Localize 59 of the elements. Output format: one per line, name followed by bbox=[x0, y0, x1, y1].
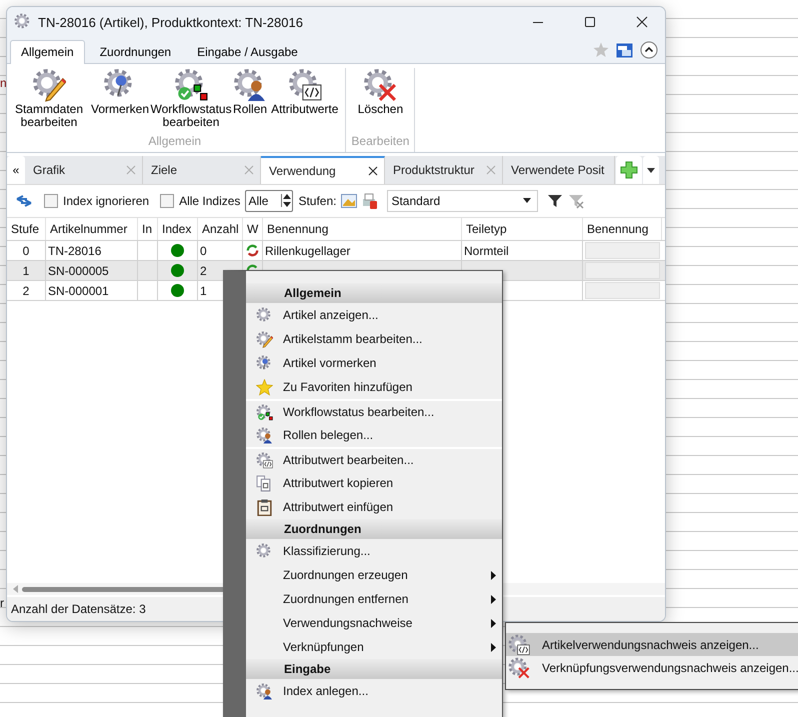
table-cell: Normteil bbox=[464, 244, 509, 258]
menu-item[interactable]: Index anlegen... bbox=[246, 679, 502, 703]
group-label: Allgemein bbox=[148, 134, 202, 148]
levels-label: Stufen: bbox=[298, 194, 336, 208]
table-cell: SN-000001 bbox=[46, 281, 138, 300]
menu-item[interactable]: Zuordnungen erzeugen bbox=[246, 563, 502, 587]
table-cell: 0 bbox=[7, 241, 46, 260]
ribbon-button[interactable]: Löschen bbox=[356, 68, 406, 134]
menu-item[interactable]: Artikel vormerken bbox=[246, 351, 502, 375]
column-header[interactable]: Teiletyp bbox=[462, 218, 583, 240]
menu-item[interactable]: Artikelstamm bearbeiten... bbox=[246, 327, 502, 351]
menu-item[interactable]: Attributwert bearbeiten... bbox=[246, 447, 502, 471]
menu-section-header: Zuordnungen bbox=[246, 519, 502, 539]
column-header[interactable]: W bbox=[243, 218, 263, 240]
document-tab[interactable]: Verwendung bbox=[261, 156, 385, 184]
menu-item[interactable]: Attributwert kopieren bbox=[246, 471, 502, 495]
column-header[interactable]: Anzahl bbox=[198, 218, 243, 240]
ribbon-tab[interactable]: Allgemein bbox=[10, 40, 85, 64]
column-header[interactable]: Index bbox=[158, 218, 198, 240]
menu-item[interactable]: Zu Favoriten hinzufügen bbox=[246, 375, 502, 399]
scroll-tabs-button[interactable]: « bbox=[7, 156, 25, 184]
column-header[interactable]: Benennung bbox=[263, 218, 462, 240]
table-cell: 1 bbox=[7, 261, 46, 280]
background-text: n bbox=[0, 76, 7, 90]
ribbon-button[interactable]: Workflowstatus bearbeiten bbox=[151, 68, 232, 134]
menu-item[interactable]: Attributwert einfügen bbox=[246, 495, 502, 519]
menu-item[interactable]: Artikel anzeigen... bbox=[246, 303, 502, 327]
menu-item[interactable]: Klassifizierung... bbox=[246, 539, 502, 563]
ribbon-tab[interactable]: Eingabe / Ausgabe bbox=[186, 40, 309, 63]
window-title: TN-28016 (Artikel), Produktkontext: TN-28016 bbox=[38, 14, 303, 30]
checkbox[interactable]: Index ignorieren bbox=[44, 194, 150, 208]
background-text: r bbox=[0, 596, 4, 610]
ribbon-button[interactable]: Attributwerte bbox=[269, 68, 340, 134]
spin-field[interactable]: Alle bbox=[245, 190, 294, 212]
ribbon-button[interactable]: Stammdaten bearbeiten bbox=[9, 68, 89, 134]
ribbon-button[interactable]: Rollen bbox=[231, 68, 270, 134]
group-label: Bearbeiten bbox=[351, 134, 410, 148]
ribbon-tab[interactable]: Zuordnungen bbox=[88, 40, 182, 63]
table-cell: TN-28016 bbox=[46, 241, 138, 260]
menu-item[interactable]: Verknüpfungen bbox=[246, 635, 502, 659]
menu-item[interactable]: Workflowstatus bearbeiten... bbox=[246, 399, 502, 423]
menu-item[interactable]: Verknüpfungsverwendungsnachweis anzeigen... bbox=[506, 656, 798, 679]
view-dropdown[interactable]: Standard bbox=[387, 190, 538, 212]
column-header[interactable]: Benennung bbox=[583, 218, 662, 240]
column-header[interactable]: Stufe bbox=[7, 218, 46, 240]
menu-item[interactable]: Artikelverwendungsnachweis anzeigen... bbox=[506, 633, 798, 656]
menu-item[interactable]: Rollen belegen... bbox=[246, 423, 502, 447]
column-header[interactable]: Artikelnummer bbox=[46, 218, 138, 240]
table-cell: 0 bbox=[198, 241, 243, 260]
document-tab[interactable]: Produktstruktur bbox=[385, 156, 503, 184]
table-cell: Rillenkugellager bbox=[265, 244, 350, 258]
ribbon-button[interactable]: Vormerken bbox=[89, 68, 152, 134]
menu-section-header: Allgemein bbox=[246, 283, 502, 303]
menu-section-header: Eingabe bbox=[246, 659, 502, 679]
table-cell: SN-000005 bbox=[46, 261, 138, 280]
table-cell: 2 bbox=[7, 281, 46, 300]
checkbox[interactable]: Alle Indizes bbox=[160, 194, 240, 208]
document-tab[interactable]: Grafik bbox=[25, 156, 143, 184]
column-header[interactable]: In bbox=[138, 218, 158, 240]
